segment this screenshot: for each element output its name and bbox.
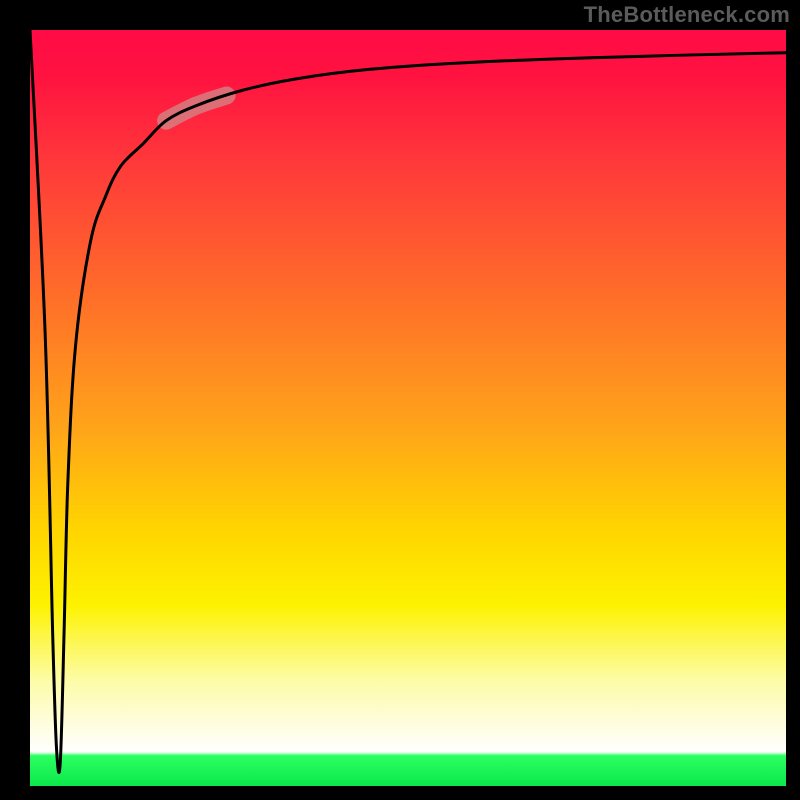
chart-frame: TheBottleneck.com [0,0,800,800]
watermark-text: TheBottleneck.com [584,2,790,28]
plot-background-gradient [30,30,786,786]
